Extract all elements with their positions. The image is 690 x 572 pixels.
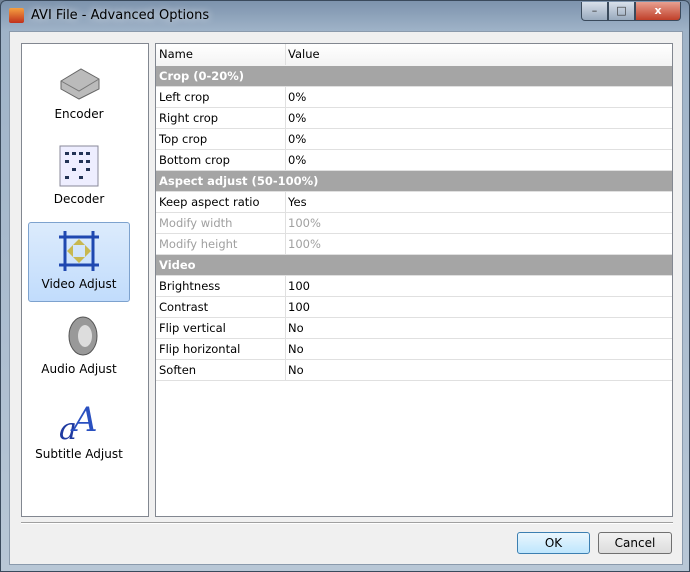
- speaker-icon: [57, 314, 101, 358]
- category-row[interactable]: Aspect adjust (50-100%): [156, 171, 672, 192]
- property-row[interactable]: Keep aspect ratio Yes: [156, 192, 672, 213]
- property-name: Soften: [159, 363, 197, 377]
- property-name: Brightness: [159, 279, 221, 293]
- nav-video-adjust[interactable]: Video Adjust: [28, 222, 130, 302]
- resize-icon: [57, 229, 101, 273]
- property-name: Modify height: [159, 237, 238, 251]
- property-value[interactable]: No: [288, 360, 304, 380]
- property-row[interactable]: Bottom crop 0%: [156, 150, 672, 171]
- property-value[interactable]: 100: [288, 276, 310, 296]
- dialog-window: AVI File - Advanced Options – □ x Encode…: [0, 0, 690, 572]
- property-row[interactable]: Right crop 0%: [156, 108, 672, 129]
- dialog-body: Encoder Decoder Video Adjust Audio Adjus…: [9, 31, 683, 565]
- nav-label: Decoder: [53, 192, 105, 206]
- category-row[interactable]: Crop (0-20%): [156, 66, 672, 87]
- nav-label: Audio Adjust: [41, 362, 117, 376]
- property-row[interactable]: Flip horizontal No: [156, 339, 672, 360]
- property-row[interactable]: Modify height 100%: [156, 234, 672, 255]
- property-value[interactable]: Yes: [288, 192, 307, 212]
- property-name: Left crop: [159, 90, 210, 104]
- property-name: Top crop: [159, 132, 208, 146]
- property-name: Contrast: [159, 300, 209, 314]
- property-row[interactable]: Contrast 100: [156, 297, 672, 318]
- property-row[interactable]: Left crop 0%: [156, 87, 672, 108]
- drive-icon: [57, 59, 101, 103]
- property-value[interactable]: 0%: [288, 108, 306, 128]
- cancel-button[interactable]: Cancel: [598, 532, 672, 554]
- category-label: Video: [159, 258, 196, 272]
- property-value[interactable]: 100: [288, 297, 310, 317]
- property-name: Flip horizontal: [159, 342, 241, 356]
- property-row[interactable]: Brightness 100: [156, 276, 672, 297]
- nav-subtitle-adjust[interactable]: a A Subtitle Adjust: [28, 392, 130, 472]
- property-grid: Name Value Crop (0-20%) Left crop 0% Right cr…: [155, 43, 673, 517]
- nav-audio-adjust[interactable]: Audio Adjust: [28, 307, 130, 387]
- category-label: Crop (0-20%): [159, 69, 245, 83]
- property-value[interactable]: 0%: [288, 150, 306, 170]
- nav-label: Video Adjust: [41, 277, 117, 291]
- property-name: Modify width: [159, 216, 233, 230]
- category-label: Aspect adjust (50-100%): [159, 174, 319, 188]
- property-row[interactable]: Modify width 100%: [156, 213, 672, 234]
- property-row[interactable]: Top crop 0%: [156, 129, 672, 150]
- nav-encoder[interactable]: Encoder: [28, 52, 130, 132]
- property-name: Bottom crop: [159, 153, 230, 167]
- property-value[interactable]: No: [288, 318, 304, 338]
- property-value[interactable]: No: [288, 339, 304, 359]
- minimize-button[interactable]: –: [581, 2, 608, 21]
- divider: [21, 522, 673, 524]
- property-value: 100%: [288, 216, 321, 230]
- property-row[interactable]: Flip vertical No: [156, 318, 672, 339]
- font-icon: aA: [57, 399, 101, 447]
- grid-header: Name Value: [156, 44, 672, 67]
- maximize-button[interactable]: □: [608, 2, 635, 21]
- property-value: 100%: [288, 237, 321, 251]
- property-value[interactable]: 0%: [288, 129, 306, 149]
- property-name: Flip vertical: [159, 321, 226, 335]
- window-title: AVI File - Advanced Options: [31, 8, 210, 23]
- property-name: Right crop: [159, 111, 219, 125]
- category-row[interactable]: Video: [156, 255, 672, 276]
- ok-button[interactable]: OK: [517, 532, 590, 554]
- nav-label: Encoder: [54, 107, 104, 121]
- header-value[interactable]: Value: [288, 44, 320, 64]
- property-name: Keep aspect ratio: [159, 195, 260, 209]
- close-button[interactable]: x: [635, 2, 681, 21]
- app-icon: [9, 8, 24, 23]
- header-name[interactable]: Name: [159, 44, 193, 64]
- svg-text:A: A: [70, 400, 98, 440]
- nav-decoder[interactable]: Decoder: [28, 137, 130, 217]
- property-row[interactable]: Soften No: [156, 360, 672, 381]
- property-value[interactable]: 0%: [288, 87, 306, 107]
- grid-icon: [57, 144, 101, 188]
- nav-label: Subtitle Adjust: [35, 447, 123, 461]
- category-list: Encoder Decoder Video Adjust Audio Adjus…: [21, 43, 149, 517]
